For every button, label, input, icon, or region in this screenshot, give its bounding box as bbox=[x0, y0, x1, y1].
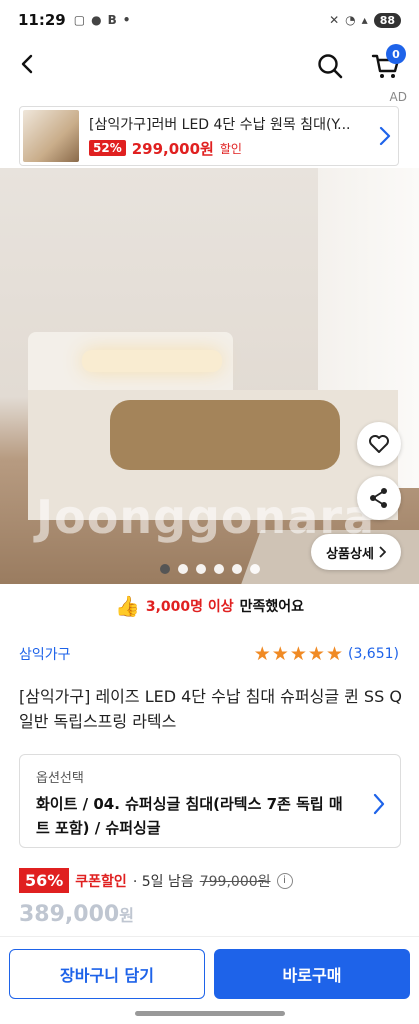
carousel-dot[interactable] bbox=[195, 564, 206, 574]
price-row: 56% 쿠폰할인 · 5일 남음 799,000원 i bbox=[19, 868, 404, 893]
option-value: 화이트 / 04. 슈퍼싱글 침대(라텍스 7존 독립 매트 포함) / 슈퍼싱… bbox=[36, 795, 343, 837]
final-price: 389,000원 bbox=[19, 902, 134, 927]
satisfaction-text: 만족했어요 bbox=[239, 599, 305, 615]
ad-chevron bbox=[375, 126, 395, 146]
final-price-currency: 원 bbox=[119, 906, 134, 925]
add-to-cart-button[interactable]: 장바구니 담기 bbox=[9, 949, 205, 999]
ad-price: 299,000원 bbox=[131, 139, 214, 158]
satisfaction-banner: 👍 3,000명 이상 만족했어요 bbox=[0, 590, 419, 622]
app-b-icon: B bbox=[107, 13, 117, 27]
option-selector[interactable]: 옵션선택 화이트 / 04. 슈퍼싱글 침대(라텍스 7존 독립 매트 포함) … bbox=[19, 754, 401, 848]
carousel-dot[interactable] bbox=[159, 564, 170, 574]
carousel-dot[interactable] bbox=[249, 564, 260, 574]
top-app-bar: 0 bbox=[0, 40, 419, 88]
favorite-button[interactable] bbox=[357, 422, 401, 466]
remaining-days: · 5일 남음 bbox=[132, 873, 194, 890]
screenshot-icon: ▢ bbox=[73, 13, 86, 27]
status-bar: 11:29 ▢ ● B • ✕ ◔ ▴ 88 bbox=[0, 0, 419, 40]
carousel-dots bbox=[0, 564, 419, 574]
share-icon bbox=[370, 488, 387, 508]
carousel-dot[interactable] bbox=[213, 564, 224, 574]
search-button[interactable] bbox=[312, 48, 348, 84]
notification-icons: ▢ ● B • bbox=[74, 13, 131, 27]
wifi-icon: ◔ bbox=[345, 13, 356, 27]
review-count: (3,651) bbox=[347, 646, 399, 662]
star-icon: ★ bbox=[271, 642, 289, 665]
share-button[interactable] bbox=[357, 476, 401, 520]
brand-rating-row: 삼익가구 ★ ★ ★ ★ ★ (3,651) bbox=[19, 644, 399, 664]
brand-link[interactable]: 삼익가구 bbox=[19, 644, 71, 664]
heart-icon bbox=[369, 435, 389, 453]
more-dot-icon: • bbox=[122, 13, 131, 27]
ad-sale-label: 할인 bbox=[219, 141, 242, 156]
hero-throw-blanket bbox=[110, 400, 340, 470]
chevron-right-icon bbox=[373, 793, 385, 815]
star-icon: ★ bbox=[325, 642, 343, 665]
home-indicator[interactable] bbox=[135, 1011, 285, 1016]
ad-banner[interactable]: [삼익가구]러버 LED 4단 수납 원목 침대(Y... 52% 299,00… bbox=[19, 106, 399, 166]
mute-icon: ✕ bbox=[329, 13, 340, 27]
ad-discount-badge: 52% bbox=[89, 140, 126, 156]
star-icon: ★ bbox=[307, 642, 325, 665]
hero-headboard-light bbox=[82, 350, 222, 372]
cart-button[interactable]: 0 bbox=[366, 44, 406, 84]
chat-icon: ● bbox=[91, 13, 102, 27]
coupon-label: 쿠폰할인 bbox=[75, 873, 127, 890]
chevron-right-icon bbox=[379, 546, 386, 558]
satisfaction-count: 3,000명 이상 bbox=[145, 599, 234, 615]
carousel-dot[interactable] bbox=[177, 564, 188, 574]
status-time: 11:29 bbox=[18, 11, 66, 29]
product-image-carousel[interactable]: Joonggonara bbox=[0, 168, 419, 584]
info-icon[interactable]: i bbox=[276, 872, 293, 889]
original-price: 799,000원 bbox=[199, 873, 271, 890]
discount-badge: 56% bbox=[19, 868, 70, 893]
carousel-dot[interactable] bbox=[231, 564, 242, 574]
star-icon: ★ bbox=[289, 642, 307, 665]
ad-label: AD bbox=[389, 90, 407, 104]
product-title: [삼익가구] 레이즈 LED 4단 수납 침대 슈퍼싱글 퀸 SS Q 일반 독… bbox=[19, 687, 402, 731]
option-label: 옵션선택 bbox=[36, 771, 84, 786]
star-rating[interactable]: ★ ★ ★ ★ ★ (3,651) bbox=[253, 642, 399, 665]
chevron-left-icon bbox=[21, 54, 33, 74]
search-icon bbox=[318, 54, 343, 79]
final-price-value: 389,000 bbox=[19, 902, 120, 927]
ad-title: [삼익가구]러버 LED 4단 수납 원목 침대(Y... bbox=[89, 116, 351, 133]
thumbs-up-icon: 👍 bbox=[114, 594, 140, 618]
signal-icon: ▴ bbox=[361, 13, 368, 27]
bottom-action-bar: 장바구니 담기 바로구매 bbox=[0, 936, 419, 1024]
chevron-right-icon bbox=[379, 126, 391, 146]
cart-count-badge: 0 bbox=[386, 44, 406, 64]
product-detail-label: 상품상세 bbox=[326, 546, 374, 562]
buy-now-button[interactable]: 바로구매 bbox=[214, 949, 410, 999]
ad-thumbnail bbox=[23, 110, 79, 162]
star-icon: ★ bbox=[253, 642, 271, 665]
battery-indicator: 88 bbox=[373, 12, 401, 28]
back-button[interactable] bbox=[12, 48, 44, 80]
